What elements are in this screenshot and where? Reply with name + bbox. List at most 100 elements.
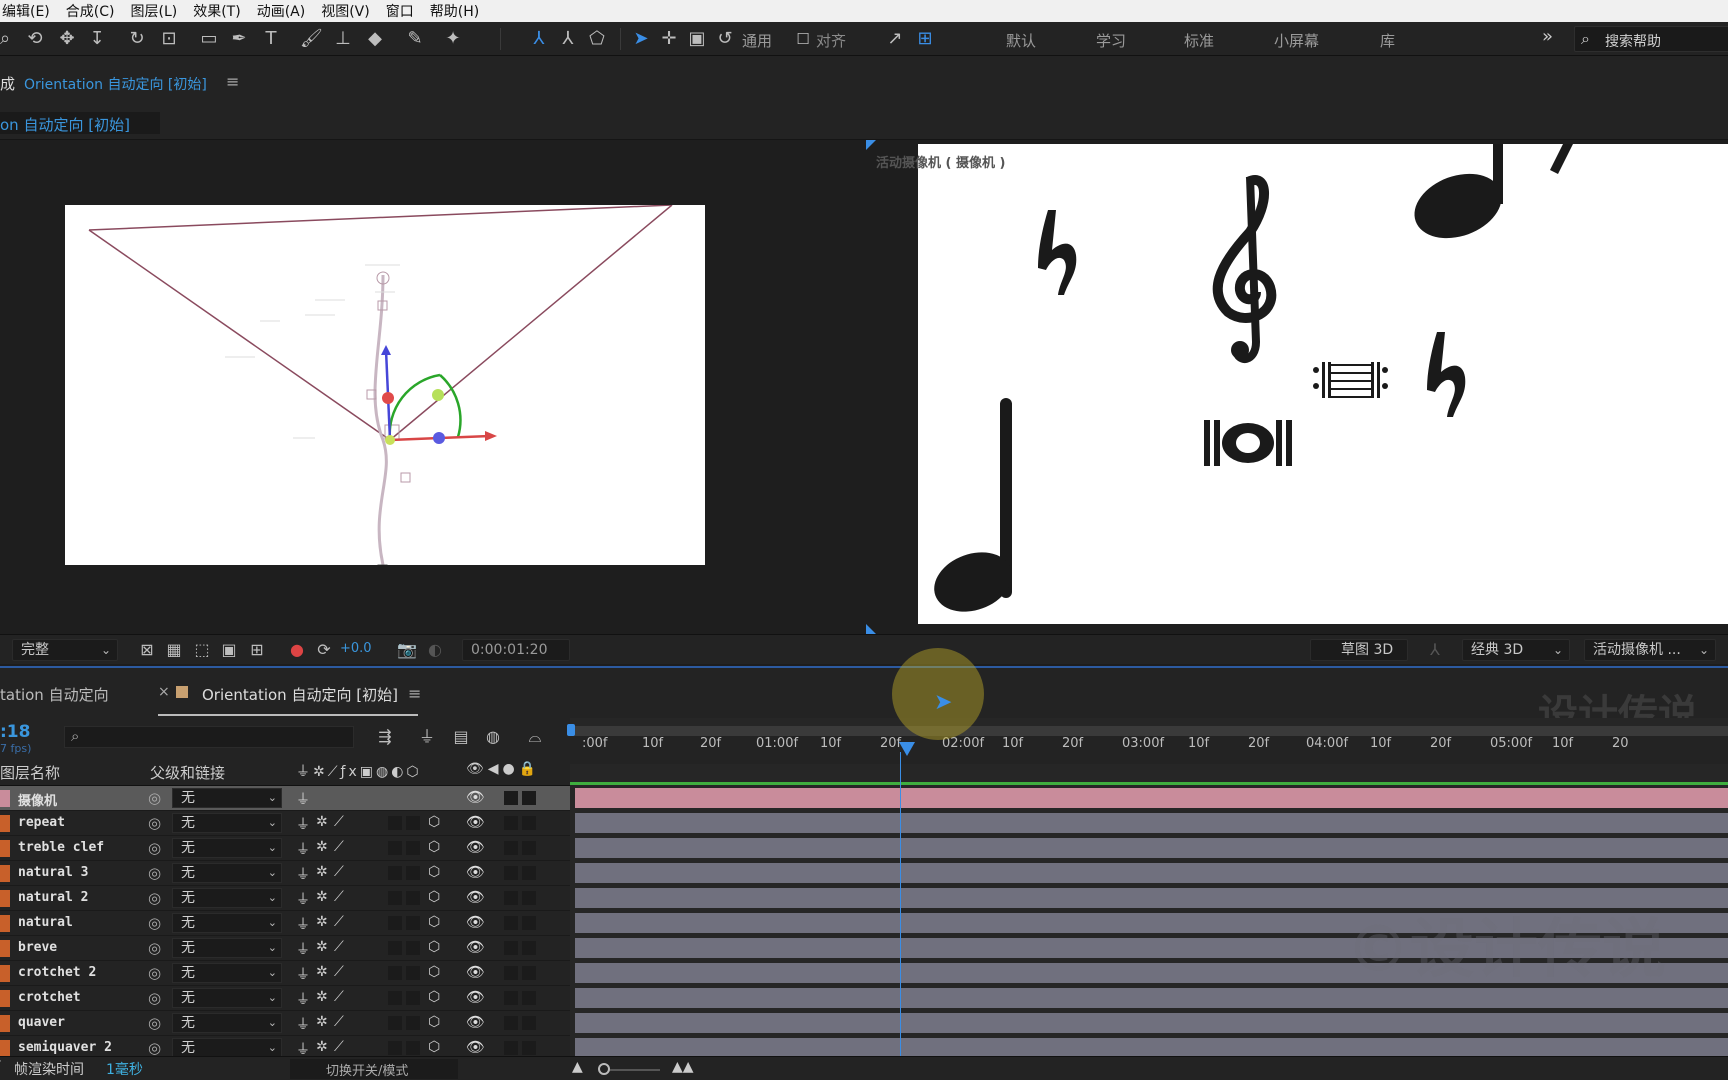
parent-dropdown[interactable]: 无 ⌄ <box>172 838 282 858</box>
collapse-switch-icon[interactable]: ✲ <box>316 839 328 855</box>
collapse-switch-icon[interactable]: ✲ <box>316 989 328 1005</box>
brush-tool-icon[interactable]: 🖌 <box>300 28 323 50</box>
roto-tool-icon[interactable]: ✎ <box>404 28 426 50</box>
motion-blur-switch-box[interactable] <box>406 1041 420 1055</box>
shy-switch-icon[interactable]: ⏚ <box>296 814 310 834</box>
layer-duration-bar[interactable] <box>575 1013 1728 1033</box>
reset-exposure-icon[interactable]: ⟳ <box>313 639 335 661</box>
collapse-switch-icon[interactable]: ✲ <box>316 1039 328 1055</box>
layer-name[interactable]: natural 3 <box>18 865 88 880</box>
lock-switch-box[interactable] <box>522 791 536 805</box>
motion-blur-switch-box[interactable] <box>406 966 420 980</box>
menu-layer[interactable]: 图层(L) <box>122 1 185 21</box>
quality-switch-icon[interactable]: ⟋ <box>334 939 344 955</box>
grid-guides-icon[interactable]: ⊞ <box>246 639 268 661</box>
toggle-switches-modes-button[interactable]: 切换开关/模式 <box>290 1059 458 1079</box>
collapse-switch-icon[interactable]: ✲ <box>316 914 328 930</box>
pick-whip-icon[interactable]: ◎ <box>148 814 161 832</box>
lock-switch-box[interactable] <box>522 841 536 855</box>
shy-switch-icon[interactable]: ⏚ <box>296 939 310 959</box>
workspace-more-icon[interactable]: » <box>1542 26 1553 47</box>
eraser-tool-icon[interactable]: ◆ <box>364 28 386 50</box>
visibility-eye-icon[interactable]: 👁 <box>466 938 485 956</box>
solo-switch-box[interactable] <box>504 816 518 830</box>
lock-switch-box[interactable] <box>522 941 536 955</box>
extended-viewer-icon[interactable]: ⅄ <box>1424 639 1446 661</box>
motion-blur-switch-box[interactable] <box>406 891 420 905</box>
layer-name[interactable]: natural 2 <box>18 890 88 905</box>
snap-target-icon[interactable]: ⊞ <box>914 28 936 50</box>
pick-whip-icon[interactable]: ◎ <box>148 864 161 882</box>
transparency-grid-icon[interactable]: ▦ <box>163 639 185 661</box>
visibility-eye-icon[interactable]: 👁 <box>466 888 485 906</box>
solo-switch-box[interactable] <box>504 891 518 905</box>
motion-blur-icon[interactable]: ◍ <box>482 726 504 748</box>
motion-blur-switch-box[interactable] <box>406 841 420 855</box>
region-of-interest-icon[interactable]: ▣ <box>218 639 240 661</box>
collapse-switch-icon[interactable]: ✲ <box>316 889 328 905</box>
snapshot-camera-icon[interactable]: 📷 <box>396 639 418 661</box>
search-help-input[interactable]: ⌕ 搜索帮助 <box>1574 26 1728 52</box>
layer-name[interactable]: natural <box>18 915 73 930</box>
collapse-switch-icon[interactable]: ✲ <box>316 964 328 980</box>
3d-layer-switch-icon[interactable]: ⬡ <box>428 864 440 880</box>
parent-dropdown[interactable]: 无 ⌄ <box>172 938 282 958</box>
shy-layers-icon[interactable]: ⏚ <box>416 726 438 748</box>
rotate-gizmo-icon[interactable]: ↺ <box>714 28 736 50</box>
dolly-tool-icon[interactable]: ↧ <box>86 28 108 50</box>
layer-row[interactable]: treble clef ◎ 无 ⌄ ⏚ ✲ ⟋ ⬡ 👁 <box>0 836 570 861</box>
menu-help[interactable]: 帮助(H) <box>422 1 487 21</box>
pick-whip-icon[interactable]: ◎ <box>148 989 161 1007</box>
column-layer-name[interactable]: 图层名称 <box>0 762 60 783</box>
parent-dropdown[interactable]: 无 ⌄ <box>172 963 282 983</box>
shy-switch-icon[interactable]: ⏚ <box>296 964 310 984</box>
motion-blur-switch-box[interactable] <box>406 916 420 930</box>
layer-duration-bar[interactable] <box>575 988 1728 1008</box>
anchor-tool-icon[interactable]: ⊡ <box>158 28 180 50</box>
visibility-eye-icon[interactable]: 👁 <box>466 913 485 931</box>
parent-dropdown[interactable]: 无 ⌄ <box>172 1038 282 1056</box>
quality-switch-icon[interactable]: ⟋ <box>334 964 344 980</box>
3d-layer-switch-icon[interactable]: ⬡ <box>428 914 440 930</box>
exposure-value[interactable]: +0.0 <box>340 641 372 656</box>
view-axis-icon[interactable]: ⬠ <box>586 28 608 50</box>
playhead-handle[interactable] <box>899 742 915 756</box>
show-snapshot-icon[interactable]: ◐ <box>424 639 446 661</box>
visibility-eye-icon[interactable]: 👁 <box>466 1038 485 1056</box>
visibility-eye-icon[interactable]: 👁 <box>466 838 485 856</box>
align-checkbox-icon[interactable]: ☐ <box>792 28 814 50</box>
visibility-eye-icon[interactable]: 👁 <box>466 813 485 831</box>
visibility-eye-icon[interactable]: 👁 <box>466 788 485 806</box>
shy-switch-icon[interactable]: ⏚ <box>296 914 310 934</box>
layer-name[interactable]: crotchet 2 <box>18 965 96 980</box>
fast-preview-icon[interactable]: ⊠ <box>136 639 158 661</box>
pick-whip-icon[interactable]: ◎ <box>148 1014 161 1032</box>
quality-switch-icon[interactable]: ⟋ <box>334 864 344 880</box>
3d-layer-switch-icon[interactable]: ⬡ <box>428 839 440 855</box>
pick-whip-icon[interactable]: ◎ <box>148 789 161 807</box>
quality-switch-icon[interactable]: ⟋ <box>334 1039 344 1055</box>
pick-whip-icon[interactable]: ◎ <box>148 964 161 982</box>
rectangle-tool-icon[interactable]: ▭ <box>198 28 220 50</box>
world-axis-icon[interactable]: ⅄ <box>557 28 579 50</box>
motion-blur-switch-box[interactable] <box>406 1016 420 1030</box>
quality-switch-icon[interactable]: ⟋ <box>334 1014 344 1030</box>
lock-switch-box[interactable] <box>522 1016 536 1030</box>
shy-switch-icon[interactable]: ⏚ <box>296 789 310 809</box>
visibility-eye-icon[interactable]: 👁 <box>466 1013 485 1031</box>
menu-edit[interactable]: 编辑(E) <box>0 1 58 21</box>
graph-editor-icon[interactable]: ⌓ <box>524 726 546 748</box>
effect-switch-box[interactable] <box>388 816 402 830</box>
parent-dropdown[interactable]: 无 ⌄ <box>172 813 282 833</box>
motion-blur-switch-box[interactable] <box>406 816 420 830</box>
effect-switch-box[interactable] <box>388 1016 402 1030</box>
close-tab-icon[interactable]: × <box>158 684 170 700</box>
solo-switch-box[interactable] <box>504 941 518 955</box>
visibility-eye-icon[interactable]: 👁 <box>466 988 485 1006</box>
quality-switch-icon[interactable]: ⟋ <box>334 814 344 830</box>
move-gizmo-icon[interactable]: ✛ <box>658 28 680 50</box>
effect-switch-box[interactable] <box>388 841 402 855</box>
resolution-dropdown[interactable]: 完整 ⌄ <box>12 639 118 661</box>
pick-whip-icon[interactable]: ◎ <box>148 914 161 932</box>
layer-name[interactable]: semiquaver 2 <box>18 1040 112 1055</box>
